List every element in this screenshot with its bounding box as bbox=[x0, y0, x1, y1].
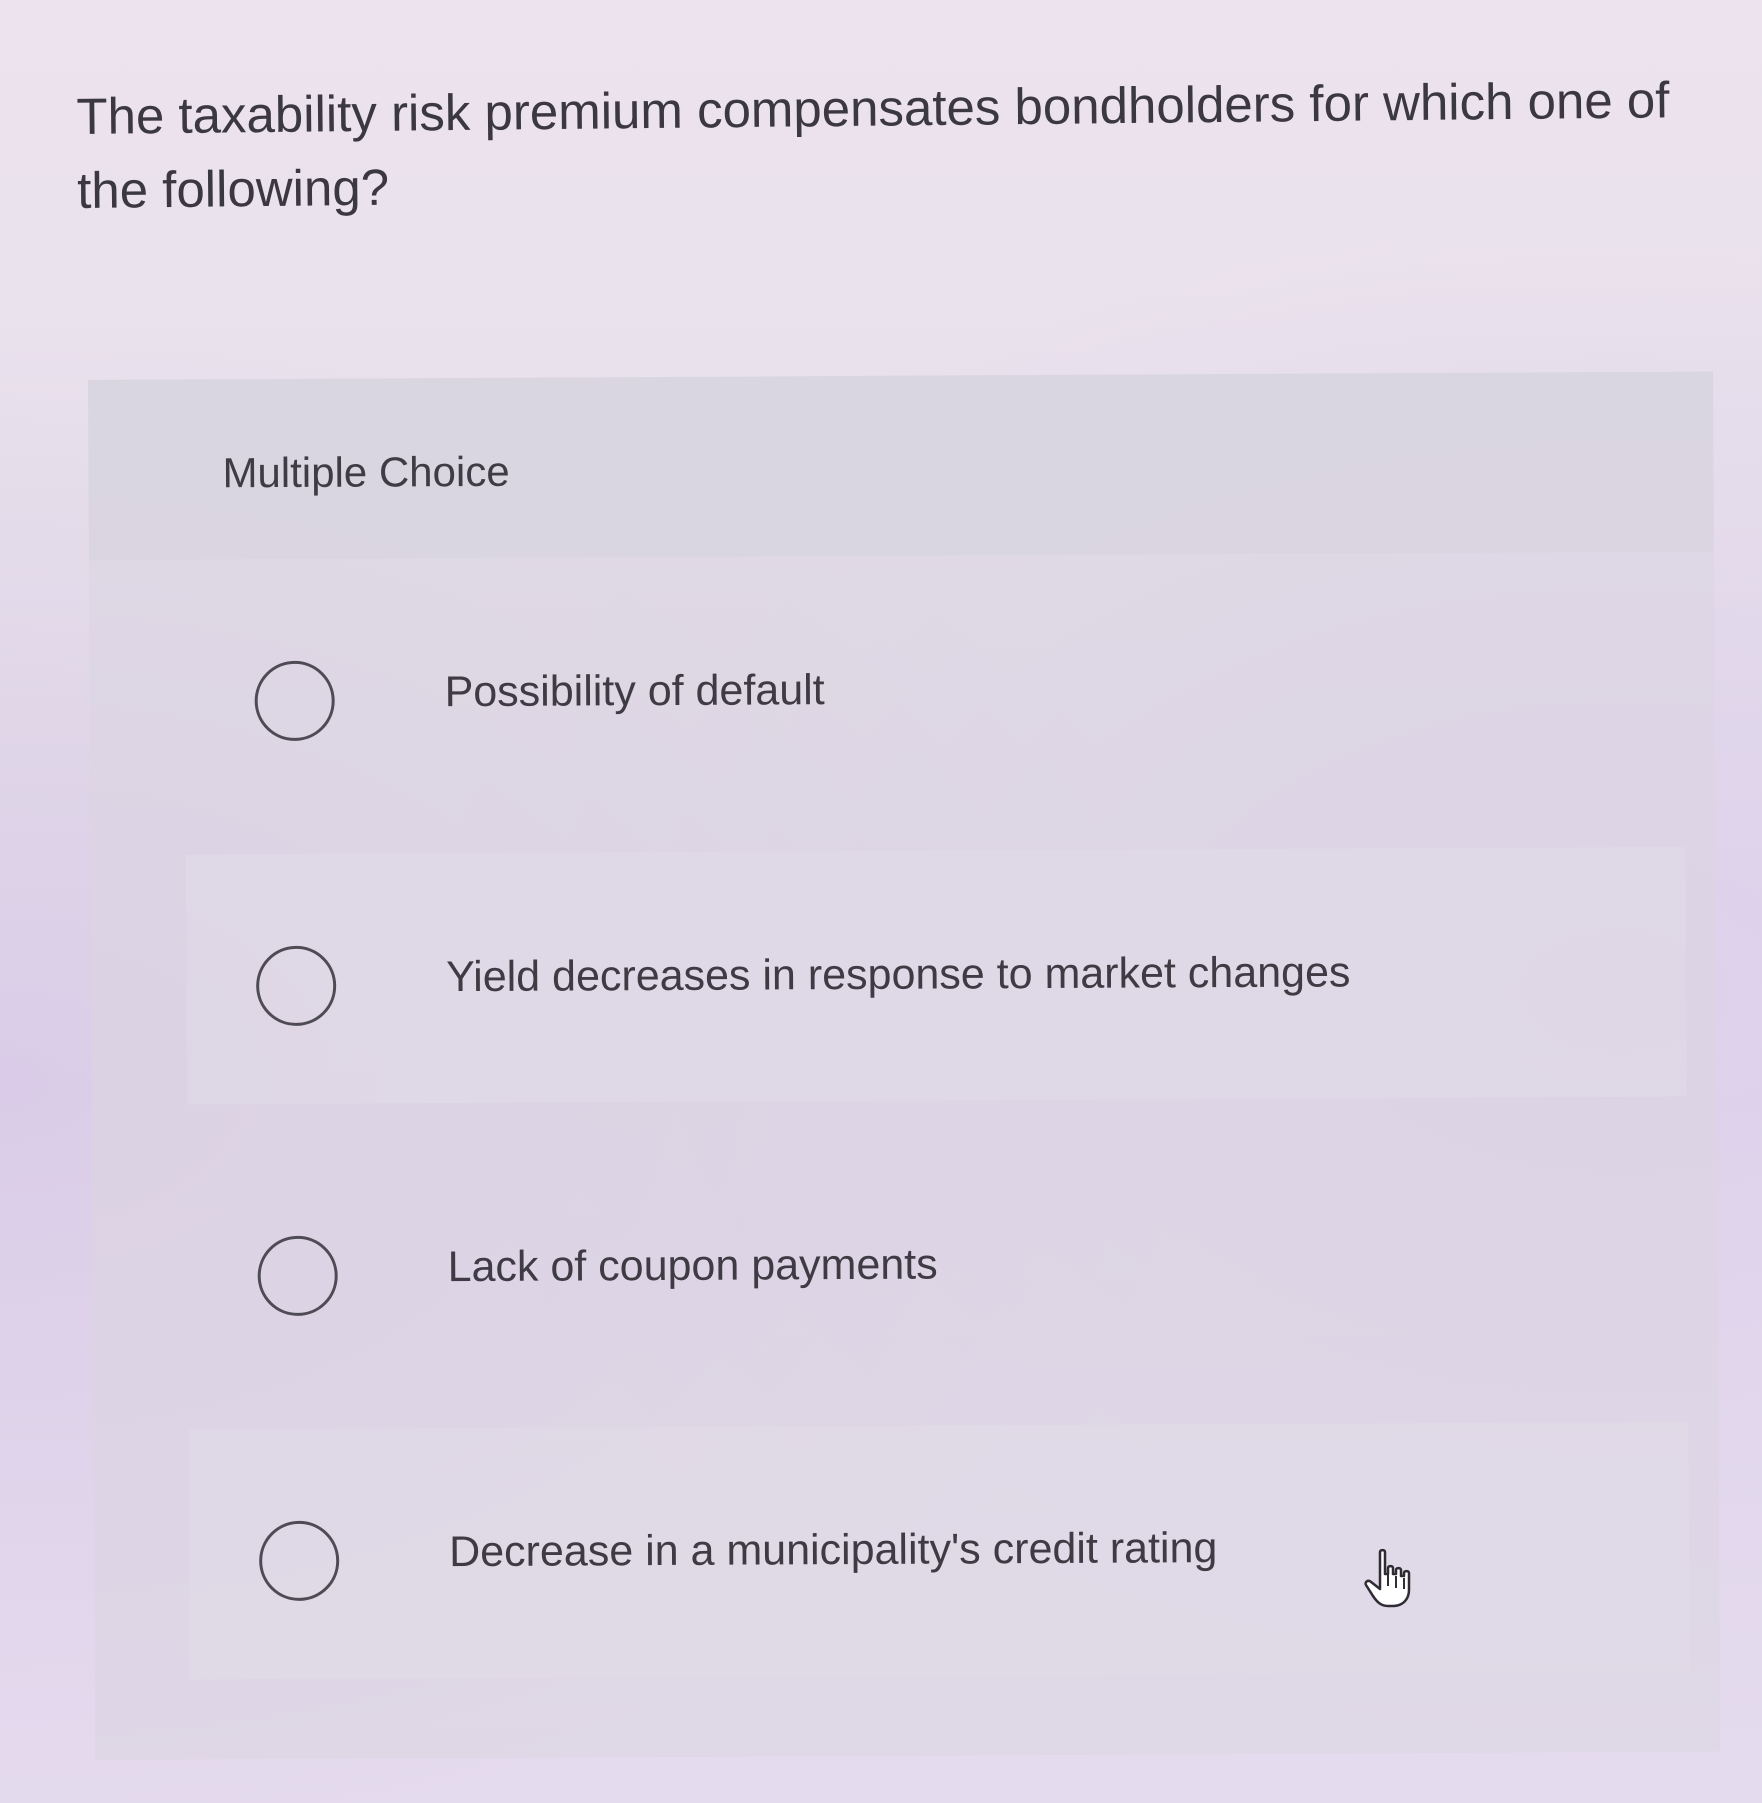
question-type-label: Multiple Choice bbox=[222, 447, 510, 497]
radio-button-icon[interactable] bbox=[257, 1235, 338, 1317]
answer-option-label[interactable]: Decrease in a municipality's credit rati… bbox=[449, 1524, 1217, 1577]
hand-pointer-icon bbox=[1364, 1548, 1411, 1608]
question-text: The taxability risk premium compensates … bbox=[76, 71, 1670, 219]
answer-option-label[interactable]: Yield decreases in response to market ch… bbox=[446, 948, 1351, 1002]
answer-option-3[interactable]: Lack of coupon payments bbox=[187, 1137, 1688, 1395]
radio-button-icon[interactable] bbox=[258, 1520, 340, 1602]
radio-button-icon[interactable] bbox=[255, 945, 337, 1027]
answer-option-label[interactable]: Possibility of default bbox=[445, 666, 825, 717]
answer-option-1[interactable]: Possibility of default bbox=[184, 562, 1685, 820]
answer-option-label[interactable]: Lack of coupon payments bbox=[448, 1241, 938, 1293]
answer-option-4[interactable]: Decrease in a municipality's credit rati… bbox=[188, 1421, 1690, 1680]
answer-option-2[interactable]: Yield decreases in response to market ch… bbox=[185, 846, 1687, 1105]
panel-header: Multiple Choice bbox=[88, 371, 1714, 560]
multiple-choice-panel: Multiple Choice Possibility of default Y… bbox=[88, 371, 1721, 1760]
radio-button-icon[interactable] bbox=[254, 660, 335, 742]
